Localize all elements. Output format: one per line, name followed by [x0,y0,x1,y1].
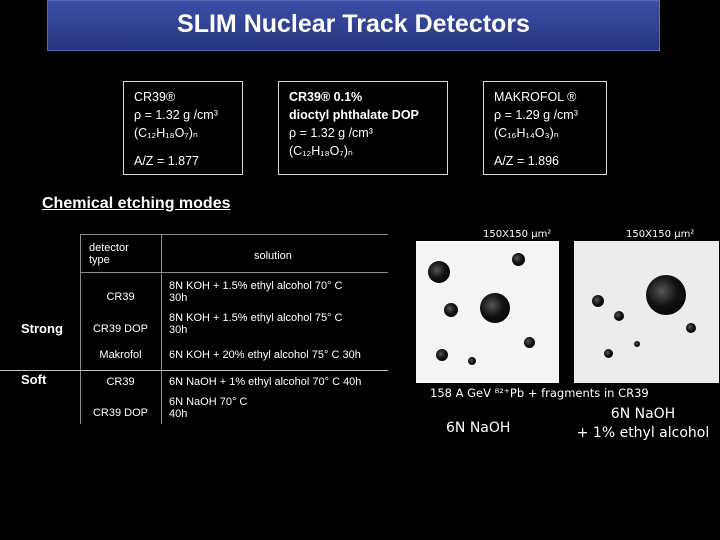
photo-caption: 158 A GeV ⁸²⁺Pb + fragments in CR39 [430,386,649,400]
table-rule [80,234,388,235]
track-pit [592,295,604,307]
etch-label-left: 6N NaOH [446,420,511,436]
material-line: ρ = 1.32 g /cm³ [289,126,373,140]
table-row-solution: 6N NaOH 70° C 40h [169,396,248,420]
table-row-solution: 8N KOH + 1.5% ethyl alcohol 70° C 30h [169,280,343,304]
track-pit [436,349,448,361]
track-pit [634,341,640,347]
material-line: A/Z = 1.896 [494,154,559,168]
photo-label-right: 150X150 μm² [626,229,695,240]
material-line: ρ = 1.29 g /cm³ [494,108,578,122]
track-pit [428,261,450,283]
table-rule [161,234,162,424]
photo-label-left: 150X150 μm² [483,229,552,240]
track-pit [512,253,525,266]
material-line: ρ = 1.32 g /cm³ [134,108,218,122]
material-line: (C₁₆H₁₄O₃)ₙ [494,126,559,140]
material-line: (C₁₂H₁₈O₇)ₙ [289,144,353,158]
group-strong: Strong [21,321,63,336]
material-line: CR39® [134,90,176,104]
material-line: dioctyl phthalate DOP [289,108,419,122]
header-solution: solution [254,250,292,262]
material-line [494,142,596,152]
material-line: CR39® 0.1% [289,90,363,104]
track-pit [468,357,476,365]
table-row-solution: 6N NaOH + 1% ethyl alcohol 70° C 40h [169,376,362,388]
track-pit [480,293,510,323]
etching-table: detector type solution Strong Soft CR39 … [0,234,388,424]
track-pit [604,349,613,358]
table-row-solution: 8N KOH + 1.5% ethyl alcohol 75° C 30h [169,312,343,336]
etching-heading: Chemical etching modes [42,195,231,212]
slide-title: SLIM Nuclear Track Detectors [177,10,530,38]
table-rule [80,272,388,273]
material-box-cr39: CR39® ρ = 1.32 g /cm³ (C₁₂H₁₈O₇)ₙ A/Z = … [123,81,243,175]
track-pit [524,337,535,348]
material-line: A/Z = 1.877 [134,154,199,168]
table-row-detector: Makrofol [99,349,142,361]
track-pit [646,275,686,315]
etched-tracks-photo-naoh [416,241,559,383]
table-row-detector: CR39 [106,291,135,303]
header-detector: detector type [89,242,129,266]
group-soft: Soft [21,372,47,387]
track-pit [444,303,458,317]
table-row-detector: CR39 DOP [92,407,149,419]
etched-tracks-photo-naoh-alcohol [574,241,719,383]
material-box-cr39-dop: CR39® 0.1% dioctyl phthalate DOP ρ = 1.3… [278,81,448,175]
material-box-makrofol: MAKROFOL ® ρ = 1.29 g /cm³ (C₁₆H₁₄O₃)ₙ A… [483,81,607,175]
table-row-detector: CR39 DOP [92,323,149,335]
etch-label-right: 6N NaOH + 1% ethyl alcohol [576,406,710,441]
material-line: (C₁₂H₁₈O₇)ₙ [134,126,198,140]
track-pit [614,311,624,321]
table-row-detector: CR39 [106,376,135,388]
material-line: MAKROFOL ® [494,90,577,104]
material-line [134,142,232,152]
table-rule [0,370,388,371]
track-pit [686,323,696,333]
table-row-solution: 6N KOH + 20% ethyl alcohol 75° C 30h [169,349,361,361]
